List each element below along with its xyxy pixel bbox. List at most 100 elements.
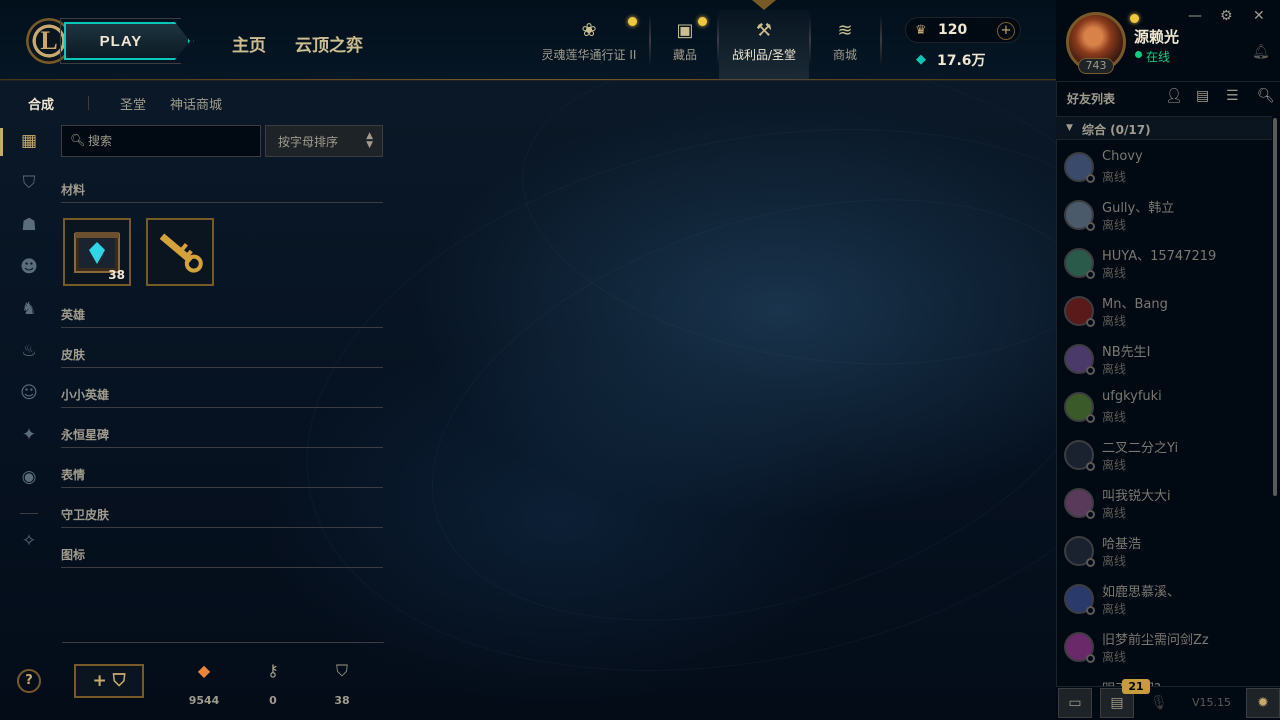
friend-status: 离线 [1102,650,1127,664]
nav-collection-label: 藏品 [672,48,697,62]
chest-count-value: 38 [334,694,350,707]
tab-crafting[interactable]: 合成 [28,94,54,113]
nav-loot[interactable]: ⚒ 战利品/圣堂 [719,10,809,80]
nav-home[interactable]: 主页 [232,31,266,56]
ward-skin-icon[interactable]: ✦ [18,424,40,446]
section-materials[interactable]: 材料 [61,181,383,203]
tab-mythic-shop[interactable]: 神话商城 [170,94,222,113]
offline-status-icon [1086,222,1095,231]
profile-name[interactable]: 源赖光 [1134,26,1179,47]
offline-status-icon [1086,270,1095,279]
nav-divider [649,14,651,66]
nav-battle-pass[interactable]: ❀ 灵魂莲华通行证 II [540,10,638,80]
collapse-triangle-icon: ▼ [1066,123,1073,133]
tab-divider [88,96,89,110]
sort-dropdown[interactable]: 按字母排序 ▲ ▼ [265,125,383,157]
friend-group-general[interactable]: ▼ 综合 (0/17) [1056,116,1272,140]
add-friend-icon[interactable]: 👤︎ [1165,88,1183,104]
eternals-flame-icon[interactable]: ♨ [18,340,40,362]
champion-helmet-icon[interactable]: ☗ [18,214,40,236]
rail-divider [20,513,38,514]
all-items-grid-icon[interactable]: ▦ [18,130,40,152]
friend-search-icon[interactable]: 🔍︎ [1257,88,1275,104]
friend-status: 离线 [1102,266,1127,280]
sort-chevron-icon: ▲ ▼ [366,131,373,150]
tab-sanctum[interactable]: 圣堂 [120,94,146,113]
offline-status-icon [1086,510,1095,519]
friend-item[interactable]: 二叉二分之Yi 离线 [1056,432,1272,480]
friend-item[interactable]: 旧梦前尘需问剑Zz 离线 [1056,624,1272,672]
friend-item[interactable]: Chovy 离线 [1056,144,1272,192]
riot-points-display[interactable]: ♛ 120 + [905,17,1021,43]
misc-loot-icon[interactable]: ✧ [18,530,40,552]
friend-name: Chovy [1102,149,1143,164]
minimize-icon[interactable]: — [1188,8,1202,24]
section-eternals[interactable]: 永恒星碑 [61,426,383,448]
sort-dropdown-label: 按字母排序 [278,135,339,149]
riot-points-value: 120 [938,22,968,38]
emote-smile-icon[interactable]: ☺ [18,382,40,404]
search-field[interactable]: 🔍︎ [61,125,261,157]
friend-item[interactable]: Mn、Bang 离线 [1056,288,1272,336]
notification-bell-icon[interactable]: 🔔︎ [1252,44,1270,60]
section-skins[interactable]: 皮肤 [61,346,383,368]
voice-mic-icon[interactable]: 🎙︎ [1142,688,1176,718]
offline-status-icon [1086,366,1095,375]
profile-status[interactable]: 在线 [1146,48,1170,65]
section-icons[interactable]: 图标 [61,546,383,568]
play-label: PLAY [99,32,143,50]
bug-report-icon[interactable]: ✹ [1246,688,1280,718]
friend-name: NB先生I [1102,345,1151,360]
help-button[interactable]: ? [17,669,41,693]
section-champions[interactable]: 英雄 [61,306,383,328]
nav-tft[interactable]: 云顶之弈 [295,31,363,56]
friend-name: 二叉二分之Yi [1102,441,1179,456]
riot-points-icon: ♛ [915,23,927,38]
friend-item[interactable]: 如鹿思慕溪、 离线 [1056,576,1272,624]
friend-name: Gully、韩立 [1102,201,1175,216]
list-view-icon[interactable]: ☰ [1226,88,1239,104]
friend-item[interactable]: Gully、韩立 离线 [1056,192,1272,240]
section-ward-skins[interactable]: 守卫皮肤 [61,506,383,528]
friend-status: 离线 [1102,458,1127,472]
nav-store[interactable]: ≋ 商城 [818,10,872,80]
friend-item[interactable]: HUYA、15747219 离线 [1056,240,1272,288]
summoner-icon-icon[interactable]: ◉ [18,466,40,488]
friends-scrollbar[interactable] [1273,118,1277,496]
friend-name: ufgkyfuki [1102,389,1162,404]
chest-filter-icon[interactable]: ⛉ [18,172,40,194]
loot-item-hextech-chest[interactable]: 38 [63,218,131,286]
section-emotes[interactable]: 表情 [61,466,383,488]
friend-item[interactable]: NB先生I 离线 [1056,336,1272,384]
client-version: V15.15 [1192,696,1232,709]
friend-status: 离线 [1102,410,1127,424]
play-button[interactable]: PLAY [64,22,190,60]
nav-divider [880,14,882,66]
friend-item-partial[interactable]: 明天二回? [1056,672,1272,686]
offline-status-icon [1086,462,1095,471]
store-coins-icon: ≋ [837,20,853,41]
settings-gear-icon[interactable]: ⚙ [1220,8,1233,24]
chat-bubble-icon[interactable]: ▭ [1058,688,1092,718]
friend-status: 离线 [1102,554,1127,568]
friend-item[interactable]: ufgkyfuki 离线 [1056,384,1272,432]
skin-mask-icon[interactable]: ☻ [18,256,40,278]
friend-name: 哈基浩 [1102,537,1142,552]
little-legend-icon[interactable]: ♞ [18,298,40,320]
loot-tools-icon: ⚒ [755,20,773,41]
friends-title: 好友列表 [1067,92,1116,106]
chest-icon: ⛉ [112,671,126,691]
friend-status: 离线 [1102,362,1127,376]
profile-level-badge: 743 [1078,58,1114,74]
section-little-legends[interactable]: 小小英雄 [61,386,383,408]
loot-item-hextech-key[interactable] [146,218,214,286]
search-input[interactable] [88,132,253,150]
close-icon[interactable]: ✕ [1253,8,1265,24]
friend-item[interactable]: 叫我锐大大i 离线 [1056,480,1272,528]
craft-key-button[interactable]: + ⛉ [74,664,144,698]
add-folder-icon[interactable]: ▤ [1196,88,1209,104]
friend-item[interactable]: 哈基浩 离线 [1056,528,1272,576]
buy-rp-button[interactable]: + [997,22,1015,40]
key-fragment-value: 0 [269,694,277,707]
offline-status-icon [1086,414,1095,423]
